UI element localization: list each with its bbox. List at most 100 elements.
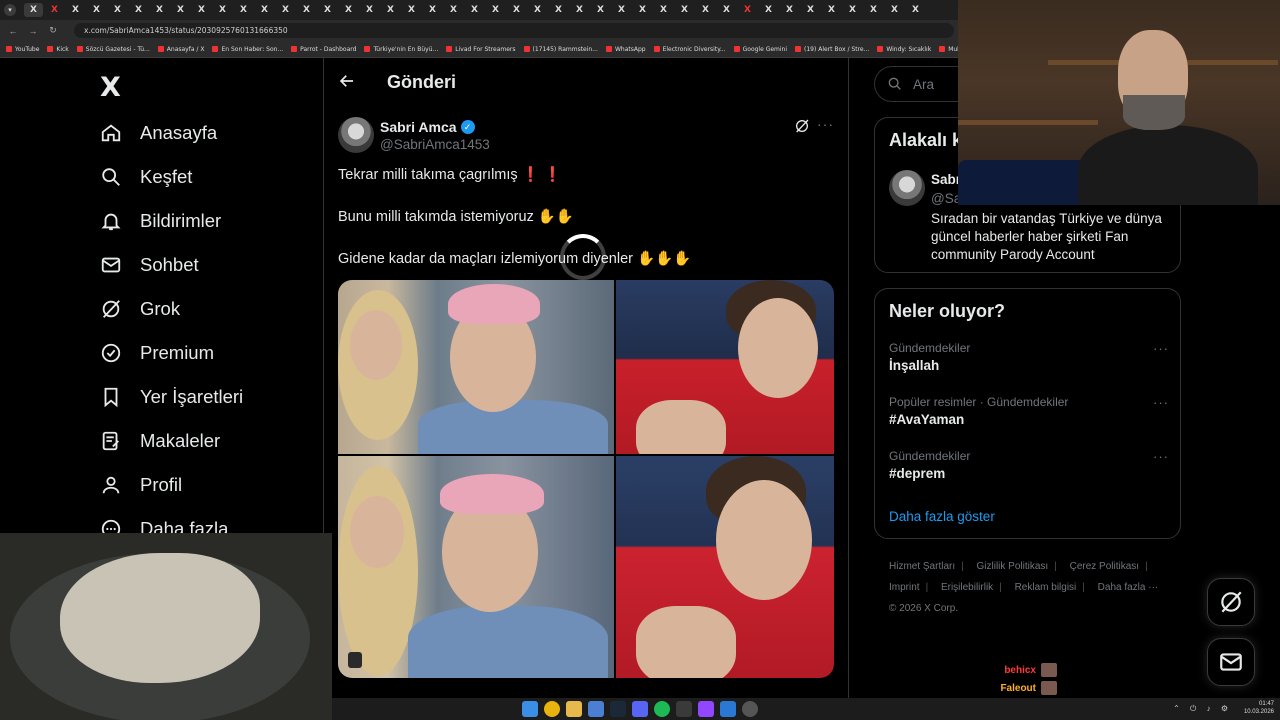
browser-tab[interactable]: X (318, 3, 337, 17)
browser-tab[interactable]: X (570, 3, 589, 17)
browser-tab[interactable]: X (885, 3, 904, 17)
grok-fab-button[interactable] (1207, 578, 1255, 626)
browser-tab[interactable]: X (549, 3, 568, 17)
footer-link[interactable]: Imprint (889, 582, 920, 593)
bookmark-item[interactable]: WhatsApp (605, 46, 646, 53)
bookmark-item[interactable]: (17145) Rammstein... (523, 46, 598, 53)
browser-tab[interactable]: X (738, 3, 757, 17)
browser-tab[interactable]: X (486, 3, 505, 17)
nav-item[interactable]: Sohbet (100, 252, 199, 278)
bookmark-item[interactable]: Windy: Sıcaklık (877, 46, 931, 53)
browser-tab[interactable]: X (24, 3, 43, 17)
browser-tab[interactable]: X (528, 3, 547, 17)
nav-item[interactable]: Keşfet (100, 164, 192, 190)
browser-tab[interactable]: X (381, 3, 400, 17)
browser-tab[interactable]: X (801, 3, 820, 17)
bookmark-item[interactable]: (19) Alert Box / Stre... (795, 46, 869, 53)
tab-search-chevron-icon[interactable]: ▾ (4, 4, 16, 16)
browser-tab[interactable]: X (759, 3, 778, 17)
browser-tab[interactable]: X (213, 3, 232, 17)
browser-tab[interactable]: X (906, 3, 925, 17)
trend-item[interactable]: Popüler resimler · Gündemdekiler #AvaYama… (889, 395, 1169, 427)
back-nav-icon[interactable]: ← (8, 26, 18, 36)
bookmark-item[interactable]: YouTube (6, 46, 39, 53)
browser-tab[interactable]: X (507, 3, 526, 17)
footer-link[interactable]: Hizmet Şartları (889, 561, 955, 572)
messages-fab-button[interactable] (1207, 638, 1255, 686)
nav-item[interactable]: Premium (100, 340, 214, 366)
browser-tab[interactable]: X (864, 3, 883, 17)
app-icon[interactable] (588, 701, 604, 717)
reload-icon[interactable]: ↻ (48, 25, 58, 36)
trend-item[interactable]: Gündemdekiler #deprem ··· (889, 449, 1169, 481)
browser-tab[interactable]: X (297, 3, 316, 17)
browser-tab[interactable]: X (717, 3, 736, 17)
browser-tab[interactable]: X (423, 3, 442, 17)
media-image-4[interactable] (616, 456, 834, 678)
bookmark-item[interactable]: Sözcü Gazetesi - Tü... (76, 46, 150, 53)
browser-tab[interactable]: X (255, 3, 274, 17)
footer-link[interactable]: Reklam bilgisi (1015, 582, 1077, 593)
trend-more-icon[interactable]: ··· (1153, 341, 1169, 356)
browser-tab[interactable]: X (675, 3, 694, 17)
obs-icon[interactable] (742, 701, 758, 717)
show-more-link[interactable]: Daha fazla göster (889, 509, 995, 524)
bookmark-item[interactable]: Kick (47, 46, 69, 53)
footer-link[interactable]: Çerez Politikası (1070, 561, 1139, 572)
browser-tab[interactable]: X (780, 3, 799, 17)
browser-tab[interactable]: X (108, 3, 127, 17)
trend-more-icon[interactable]: ··· (1153, 449, 1169, 464)
media-image-2[interactable] (616, 280, 834, 454)
nav-item[interactable]: Makaleler (100, 428, 220, 454)
folder-icon[interactable] (566, 701, 582, 717)
chrome-icon[interactable] (544, 701, 560, 717)
nav-item[interactable]: Profil (100, 472, 182, 498)
browser-tab[interactable]: X (402, 3, 421, 17)
spotify-icon[interactable] (654, 701, 670, 717)
bookmark-item[interactable]: Multi TV - 6 haber (939, 46, 958, 53)
discord-icon[interactable] (632, 701, 648, 717)
browser-tab[interactable]: X (87, 3, 106, 17)
author-handle[interactable]: @SabriAmca1453 (380, 137, 490, 152)
footer-link[interactable]: Erişilebilirlik (941, 582, 993, 593)
browser-tab[interactable]: X (696, 3, 715, 17)
bookmark-item[interactable]: Anasayfa / X (157, 46, 204, 53)
nav-item[interactable]: Yer İşaretleri (100, 384, 243, 410)
bookmark-item[interactable]: En Son Haber: Son... (212, 46, 283, 53)
app-icon[interactable] (720, 701, 736, 717)
related-avatar[interactable] (889, 170, 925, 206)
back-arrow-icon[interactable] (338, 72, 356, 95)
author-avatar[interactable] (338, 117, 374, 153)
footer-link[interactable]: Gizlilik Politikası (977, 561, 1049, 572)
footer-link[interactable]: Daha fazla ··· (1098, 582, 1159, 593)
bookmark-item[interactable]: Google Gemini (733, 46, 787, 53)
app-icon[interactable] (698, 701, 714, 717)
browser-tab[interactable]: X (612, 3, 631, 17)
clock[interactable]: 01:47 10.03.2026 (1244, 700, 1274, 716)
start-icon[interactable] (522, 701, 538, 717)
bookmark-item[interactable]: Livad For Streamers (446, 46, 516, 53)
browser-tab[interactable]: X (633, 3, 652, 17)
x-logo-icon[interactable]: X (100, 72, 121, 103)
nav-item[interactable]: Bildirimler (100, 208, 221, 234)
post-more-icon[interactable]: ··· (817, 116, 834, 132)
media-image-3[interactable] (338, 456, 614, 678)
system-tray-icons[interactable]: ⌃ ⏻ ♪ ⚙ (1173, 704, 1232, 714)
app-icon[interactable] (676, 701, 692, 717)
browser-tab[interactable]: X (360, 3, 379, 17)
browser-tab[interactable]: X (843, 3, 862, 17)
nav-item[interactable]: Grok (100, 296, 180, 322)
browser-tab[interactable]: X (45, 3, 64, 17)
trend-more-icon[interactable]: ··· (1153, 395, 1169, 410)
browser-tab[interactable]: X (150, 3, 169, 17)
author-name-text[interactable]: Sabri Amca (380, 119, 457, 135)
trend-item[interactable]: Gündemdekiler İnşallah ··· (889, 341, 1169, 373)
bookmark-item[interactable]: Parrot - Dashboard (291, 46, 356, 53)
browser-tab[interactable]: X (654, 3, 673, 17)
media-image-1[interactable] (338, 280, 614, 454)
browser-tab[interactable]: X (192, 3, 211, 17)
browser-tab[interactable]: X (444, 3, 463, 17)
bookmark-item[interactable]: Türkiye'nin En Büyü... (364, 46, 438, 53)
browser-tab[interactable]: X (66, 3, 85, 17)
nav-item[interactable]: Anasayfa (100, 120, 217, 146)
